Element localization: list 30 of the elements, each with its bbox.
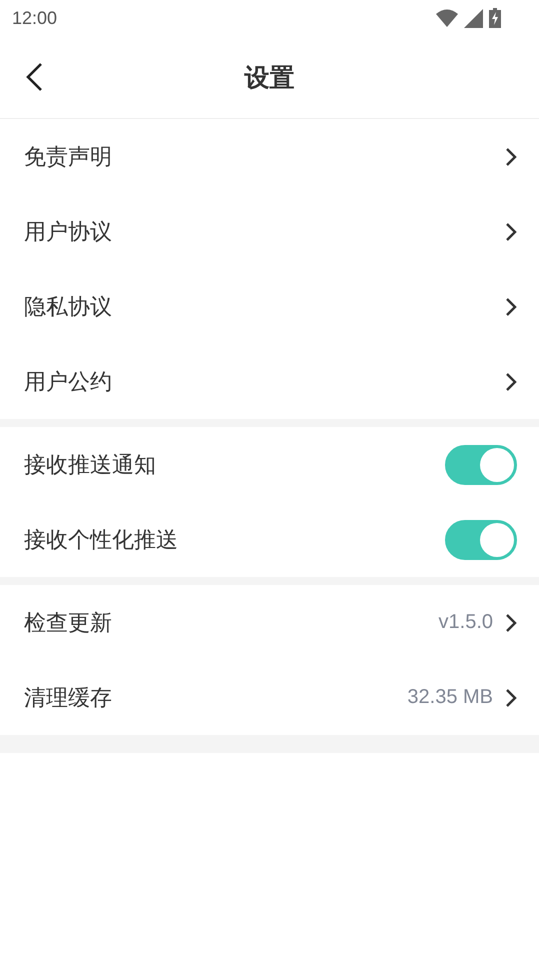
setting-label: 隐私协议 [24,294,113,322]
settings-item[interactable]: 用户公约 [0,344,539,419]
wifi-icon [436,9,458,27]
chevron-icon [505,296,517,316]
setting-value: v1.5.0 [438,611,493,634]
settings-item[interactable]: 清理缓存 32.35 MB [0,660,539,735]
settings-item[interactable]: 免责声明 [0,119,539,194]
back-icon [24,62,44,92]
setting-label: 检查更新 [24,610,113,638]
setting-label: 清理缓存 [24,684,113,712]
chevron-icon [505,372,517,392]
setting-label: 用户公约 [24,368,113,396]
signal-icon [464,8,483,28]
chevron-icon [505,146,517,166]
chevron-icon [505,612,517,632]
setting-label: 接收推送通知 [24,452,157,480]
chevron-icon [505,222,517,242]
page-title: 设置 [244,62,294,94]
setting-label: 用户协议 [24,218,113,246]
battery-icon [489,8,501,28]
setting-value: 32.35 MB [407,686,493,709]
toggle-switch[interactable] [445,520,517,560]
settings-item[interactable]: 用户协议 [0,194,539,269]
settings-item[interactable]: 隐私协议 [0,269,539,344]
toggle-switch[interactable] [445,444,517,484]
setting-label: 接收个性化推送 [24,526,179,554]
chevron-icon [505,688,517,708]
status-time: 12:00 [12,8,58,28]
settings-item[interactable]: 检查更新 v1.5.0 [0,585,539,660]
setting-label: 免责声明 [24,144,113,172]
